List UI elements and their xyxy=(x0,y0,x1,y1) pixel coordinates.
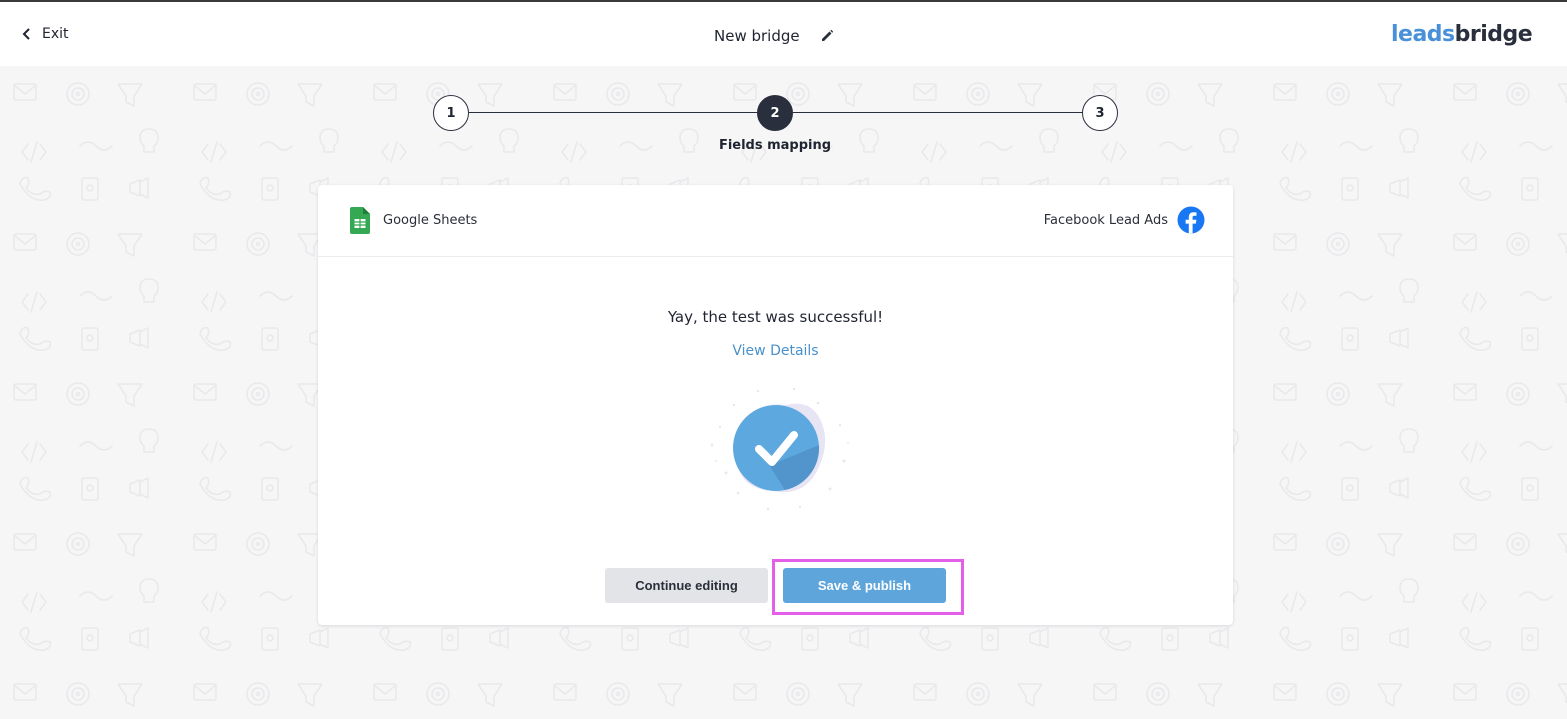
source-app-name: Google Sheets xyxy=(383,213,478,228)
destination-app-name: Facebook Lead Ads xyxy=(1043,212,1168,228)
facebook-icon xyxy=(1177,206,1205,234)
step-connector xyxy=(469,112,758,113)
step-connector xyxy=(793,112,1083,113)
step-3[interactable]: 3 xyxy=(1082,95,1118,131)
source-app: Google Sheets xyxy=(350,207,477,234)
bridge-test-card: Google Sheets Facebook Lead Ads Yay, the… xyxy=(318,185,1233,625)
view-details-link[interactable]: View Details xyxy=(318,343,1233,359)
active-step-label: Fields mapping xyxy=(718,138,832,153)
save-and-publish-button[interactable]: Save & publish xyxy=(783,568,946,603)
google-sheets-icon xyxy=(350,207,370,234)
step-1[interactable]: 1 xyxy=(433,95,469,131)
progress-stepper: 1 2 3 Fields mapping xyxy=(0,0,1567,160)
destination-app: Facebook Lead Ads xyxy=(1044,206,1205,234)
success-check-icon xyxy=(710,387,849,511)
integration-header: Google Sheets Facebook Lead Ads xyxy=(318,185,1233,257)
continue-editing-button[interactable]: Continue editing xyxy=(605,568,768,603)
success-message: Yay, the test was successful! xyxy=(667,308,884,326)
step-2[interactable]: 2 xyxy=(757,95,793,131)
